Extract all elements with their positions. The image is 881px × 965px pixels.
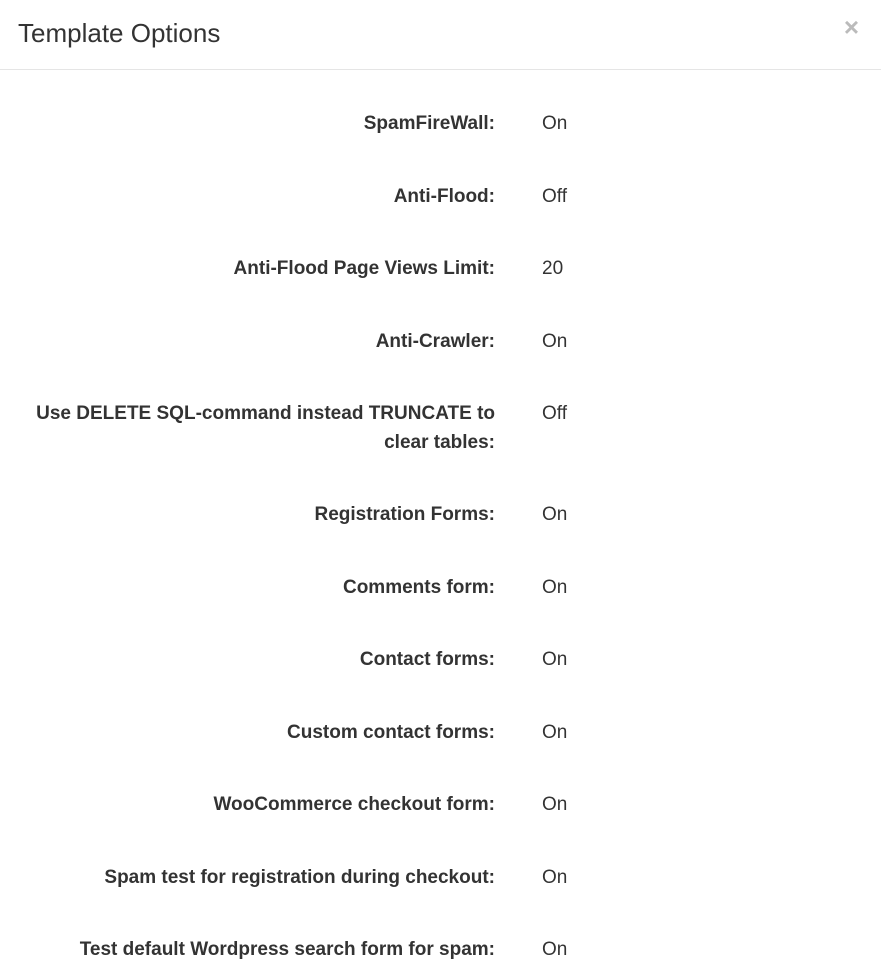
close-icon: × xyxy=(844,12,859,42)
option-row: Custom contact forms: On xyxy=(0,719,881,748)
option-value: On xyxy=(495,719,567,748)
option-value: Off xyxy=(495,183,567,212)
option-label: Spam test for registration during checko… xyxy=(0,864,495,893)
option-row: Contact forms: On xyxy=(0,646,881,675)
option-value: Off xyxy=(495,400,567,429)
option-row: SpamFireWall: On xyxy=(0,110,881,139)
option-label: Anti-Flood Page Views Limit: xyxy=(0,255,495,284)
option-row: WooCommerce checkout form: On xyxy=(0,791,881,820)
option-value: On xyxy=(495,110,567,139)
option-label: Registration Forms: xyxy=(0,501,495,530)
option-value: On xyxy=(495,936,567,965)
option-label: SpamFireWall: xyxy=(0,110,495,139)
option-value: 20 xyxy=(495,255,563,284)
option-row: Use DELETE SQL-command instead TRUNCATE … xyxy=(0,400,881,457)
dialog-title: Template Options xyxy=(18,18,863,49)
option-label: Custom contact forms: xyxy=(0,719,495,748)
option-label: Comments form: xyxy=(0,574,495,603)
option-row: Anti-Flood: Off xyxy=(0,183,881,212)
option-value: On xyxy=(495,501,567,530)
option-row: Spam test for registration during checko… xyxy=(0,864,881,893)
close-button[interactable]: × xyxy=(838,14,865,40)
option-label: Test default Wordpress search form for s… xyxy=(0,936,495,965)
option-row: Anti-Flood Page Views Limit: 20 xyxy=(0,255,881,284)
option-row: Comments form: On xyxy=(0,574,881,603)
option-label: Use DELETE SQL-command instead TRUNCATE … xyxy=(0,400,495,457)
option-label: WooCommerce checkout form: xyxy=(0,791,495,820)
option-value: On xyxy=(495,328,567,357)
option-value: On xyxy=(495,864,567,893)
option-label: Anti-Crawler: xyxy=(0,328,495,357)
option-value: On xyxy=(495,791,567,820)
option-label: Contact forms: xyxy=(0,646,495,675)
option-row: Anti-Crawler: On xyxy=(0,328,881,357)
option-label: Anti-Flood: xyxy=(0,183,495,212)
option-row: Registration Forms: On xyxy=(0,501,881,530)
option-value: On xyxy=(495,574,567,603)
option-value: On xyxy=(495,646,567,675)
option-row: Test default Wordpress search form for s… xyxy=(0,936,881,965)
options-list: SpamFireWall: On Anti-Flood: Off Anti-Fl… xyxy=(0,70,881,965)
dialog-header: Template Options × xyxy=(0,0,881,70)
